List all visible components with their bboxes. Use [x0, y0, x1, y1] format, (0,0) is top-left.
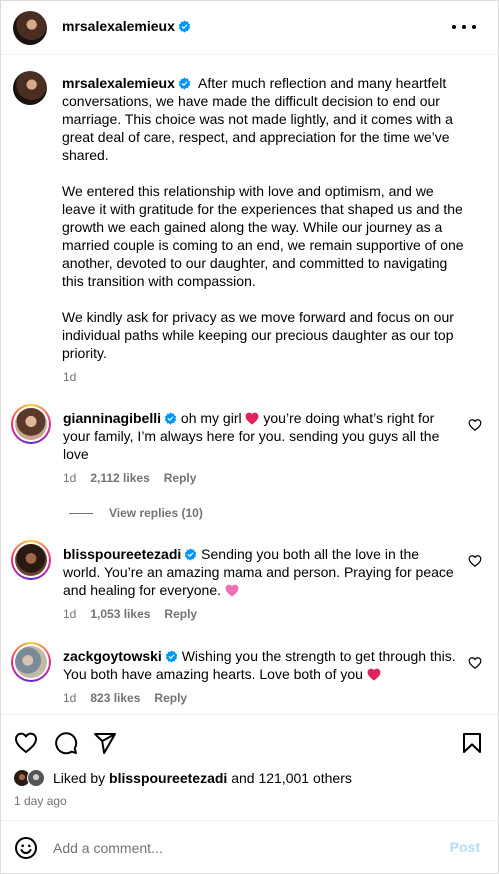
- comment-age[interactable]: 1d: [63, 471, 76, 485]
- comment-likes[interactable]: 2,112 likes: [90, 471, 149, 485]
- comment-input[interactable]: [53, 837, 423, 859]
- author-username-text[interactable]: mrsalexalemieux: [62, 18, 175, 34]
- heart-icon[interactable]: [14, 731, 38, 755]
- post-panel: mrsalexalemieux mrsalexalemieux After mu…: [0, 0, 499, 874]
- like-comment-heart-icon[interactable]: [468, 656, 482, 670]
- caption-author-avatar[interactable]: [13, 71, 47, 105]
- liked-by-others[interactable]: and 121,001 others: [231, 770, 352, 786]
- verified-icon: [165, 650, 178, 663]
- comment-meta: 1d 1,053 likes Reply: [63, 607, 211, 621]
- like-comment-heart-icon[interactable]: [468, 418, 482, 432]
- commenter-avatar[interactable]: [11, 642, 51, 682]
- comment-text: zackgoytowski Wishing you the strength t…: [63, 648, 456, 682]
- verified-icon: [178, 20, 191, 33]
- commenter-username[interactable]: blisspoureetezadi: [63, 546, 197, 562]
- verified-icon: [178, 77, 191, 90]
- reply-button[interactable]: Reply: [164, 607, 197, 621]
- smile-icon[interactable]: [14, 836, 38, 860]
- post-button[interactable]: Post: [450, 839, 480, 855]
- commenter-avatar[interactable]: [11, 404, 51, 444]
- red-heart-emoji-icon: [246, 412, 259, 425]
- reply-button[interactable]: Reply: [154, 691, 187, 705]
- verified-icon: [164, 412, 177, 425]
- reply-button[interactable]: Reply: [164, 471, 197, 485]
- post-caption: mrsalexalemieux After much reflection an…: [62, 74, 470, 362]
- comment-text: blisspoureetezadi Sending you both all t…: [63, 546, 454, 598]
- liked-by-summary: Liked by blisspoureetezadi and 121,001 o…: [13, 767, 352, 789]
- like-comment-heart-icon[interactable]: [468, 554, 482, 568]
- comment-text: gianninagibelli oh my girl you’re doing …: [63, 410, 440, 462]
- liked-by-prefix: Liked by: [53, 770, 106, 786]
- caption-paragraph-3: We kindly ask for privacy as we move for…: [62, 309, 454, 361]
- comment-likes[interactable]: 1,053 likes: [90, 607, 150, 621]
- more-options-icon[interactable]: [452, 17, 476, 37]
- commenter-avatar[interactable]: [11, 540, 51, 580]
- post-header: mrsalexalemieux: [1, 1, 498, 55]
- author-username[interactable]: mrsalexalemieux: [62, 18, 191, 34]
- liker-avatars[interactable]: [13, 767, 49, 789]
- comment-meta: 1d 823 likes Reply: [63, 691, 201, 705]
- post-action-bar: [1, 714, 498, 774]
- view-replies-button[interactable]: View replies (10): [69, 506, 203, 520]
- caption-author-username[interactable]: mrsalexalemieux: [62, 75, 191, 91]
- comment-icon[interactable]: [54, 731, 78, 755]
- comment-meta: 1d 2,112 likes Reply: [63, 471, 210, 485]
- save-icon[interactable]: [460, 731, 484, 755]
- add-comment-bar: Post: [1, 820, 498, 874]
- caption-paragraph-2: We entered this relationship with love a…: [62, 183, 464, 289]
- share-icon[interactable]: [93, 731, 117, 755]
- caption-timestamp[interactable]: 1d: [63, 370, 76, 384]
- commenter-username[interactable]: gianninagibelli: [63, 410, 177, 426]
- comment-age[interactable]: 1d: [63, 691, 76, 705]
- pink-heart-emoji-icon: [225, 584, 239, 597]
- caption-paragraph-1: mrsalexalemieux After much reflection an…: [62, 75, 453, 163]
- comment-likes[interactable]: 823 likes: [90, 691, 140, 705]
- author-avatar[interactable]: [13, 11, 47, 45]
- verified-icon: [185, 548, 197, 561]
- red-heart-emoji-icon: [367, 668, 381, 681]
- comment-age[interactable]: 1d: [63, 607, 76, 621]
- commenter-username[interactable]: zackgoytowski: [63, 648, 178, 664]
- liked-by-user[interactable]: blisspoureetezadi: [109, 770, 227, 786]
- post-timestamp[interactable]: 1 day ago: [14, 794, 67, 808]
